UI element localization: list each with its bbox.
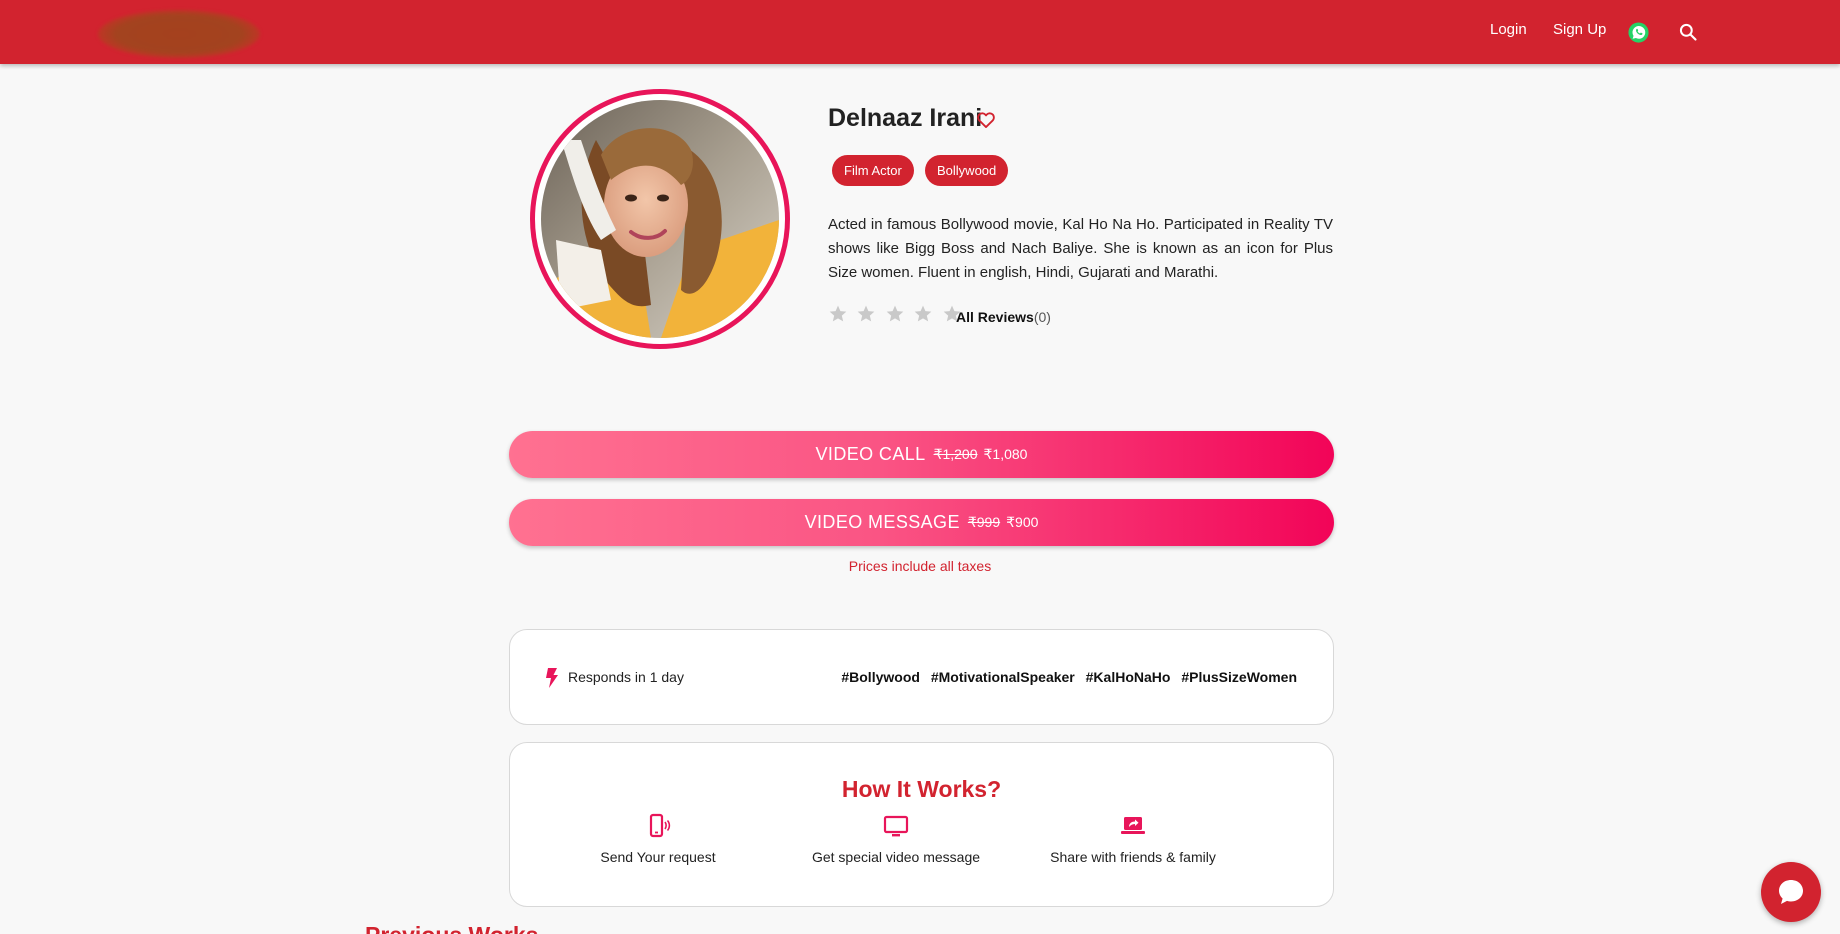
response-time: Responds in 1 day (568, 669, 684, 685)
top-navbar: Login Sign Up (0, 0, 1840, 64)
chat-button[interactable] (1761, 862, 1821, 922)
video-message-price: ₹900 (1006, 514, 1039, 530)
star-rating (828, 304, 966, 326)
site-logo[interactable] (98, 10, 260, 58)
hashtag[interactable]: #PlusSizeWomen (1181, 669, 1297, 685)
profile-avatar (541, 100, 779, 338)
how-step-text: Send Your request (600, 849, 716, 865)
login-link[interactable]: Login (1490, 21, 1527, 38)
video-call-price: ₹1,080 (983, 446, 1028, 462)
heart-icon[interactable] (976, 110, 996, 130)
taxes-note: Prices include all taxes (848, 558, 992, 574)
reviews-count: (0) (1033, 309, 1051, 325)
response-card: Responds in 1 day #Bollywood #Motivation… (509, 629, 1334, 725)
monitor-icon (883, 815, 909, 837)
video-call-button[interactable]: VIDEO CALL ₹1,200 ₹1,080 (509, 431, 1334, 478)
profile-name: Delnaaz Irani (828, 104, 983, 132)
category-tag[interactable]: Bollywood (925, 155, 1009, 186)
laptop-share-icon (1121, 817, 1145, 834)
hashtag[interactable]: #Bollywood (841, 669, 920, 685)
reviews-label: All Reviews (956, 309, 1034, 325)
hashtag-list: #Bollywood #MotivationalSpeaker #KalHoNa… (834, 669, 1297, 685)
star-icon (829, 305, 847, 322)
category-tag[interactable]: Film Actor (832, 155, 914, 186)
previous-works-title: Previous Works (365, 922, 538, 934)
profile-avatar-frame (530, 89, 790, 349)
video-message-old-price: ₹999 (967, 514, 1001, 530)
hashtag[interactable]: #MotivationalSpeaker (931, 669, 1075, 685)
how-step: Send Your request (543, 813, 773, 865)
how-step-text: Share with friends & family (1050, 849, 1216, 865)
all-reviews-link[interactable]: All Reviews(0) (956, 309, 1051, 325)
how-it-works-card: How It Works? Send Your request Get spec… (509, 742, 1334, 907)
how-step-text: Get special video message (811, 849, 981, 865)
video-call-old-price: ₹1,200 (933, 446, 978, 462)
lightning-icon (546, 668, 558, 688)
video-call-label: VIDEO CALL (815, 444, 926, 464)
profile-bio: Acted in famous Bollywood movie, Kal Ho … (828, 216, 1333, 281)
how-step: Share with friends & family (1018, 813, 1248, 865)
hashtag[interactable]: #KalHoNaHo (1086, 669, 1171, 685)
signup-link[interactable]: Sign Up (1553, 21, 1606, 38)
search-icon[interactable] (1678, 22, 1698, 42)
video-message-button[interactable]: VIDEO MESSAGE ₹999 ₹900 (509, 499, 1334, 546)
star-icon (915, 305, 932, 322)
video-message-label: VIDEO MESSAGE (804, 512, 960, 532)
whatsapp-icon[interactable] (1628, 22, 1649, 43)
star-icon (858, 305, 875, 322)
star-icon (886, 305, 904, 322)
phone-vibrate-icon (649, 813, 671, 838)
how-step: Get special video message (781, 813, 1011, 865)
chat-bubble-icon (1779, 880, 1803, 904)
how-it-works-title: How It Works? (841, 776, 1002, 802)
